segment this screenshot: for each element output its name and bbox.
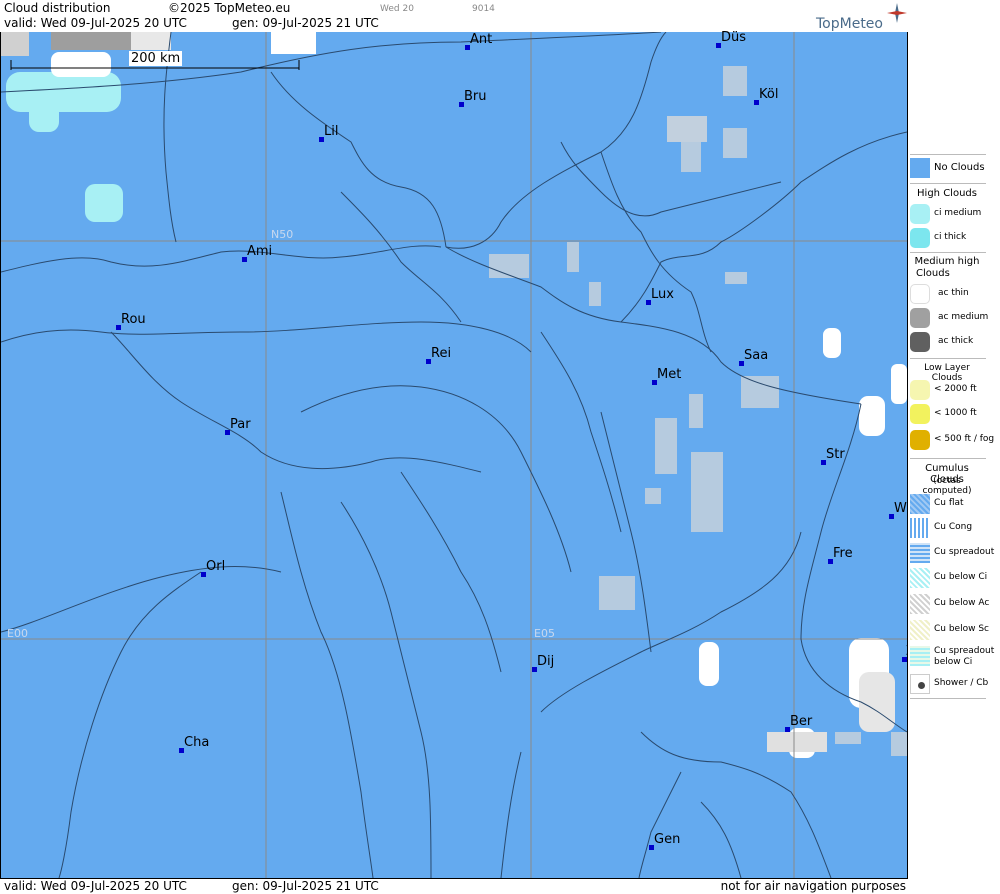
- valid-time-label: valid: Wed 09-Jul-2025 20 UTC: [4, 16, 187, 30]
- run-day-label: Wed 20: [380, 4, 414, 14]
- chart-title: Cloud distribution: [4, 1, 111, 15]
- city-label: Rou: [121, 312, 146, 327]
- city-label: Dij: [537, 654, 555, 669]
- code-label: 9014: [472, 4, 495, 14]
- city-label: Orl: [206, 559, 226, 574]
- city-label: Düs: [721, 30, 747, 45]
- legend-panel: No Clouds High Clouds ci medium ci thick…: [908, 0, 1000, 893]
- city-label: Bru: [464, 89, 487, 104]
- brand-logo-text: TopMeteo: [816, 16, 883, 32]
- grid-label-n50: N50: [271, 228, 294, 241]
- city-label: Ant: [470, 32, 493, 47]
- legend-cumulus-subheading: (octas computed): [922, 476, 972, 496]
- legend-high-clouds-heading: High Clouds: [917, 188, 977, 199]
- city-label: Met: [657, 367, 682, 382]
- scale-bar-label: 200 km: [129, 51, 183, 66]
- city-label: Par: [230, 417, 251, 432]
- compass-icon: [887, 3, 907, 23]
- footer-bar: valid: Wed 09-Jul-2025 20 UTC gen: 09-Ju…: [0, 878, 908, 894]
- map-canvas: [1, 32, 907, 878]
- city-label: Lux: [651, 287, 674, 302]
- city-label: Cha: [184, 735, 210, 750]
- city-label: Ami: [247, 244, 273, 259]
- footer-valid-time: valid: Wed 09-Jul-2025 20 UTC: [4, 879, 187, 893]
- city-label: Fre: [833, 546, 853, 561]
- footer-disclaimer: not for air navigation purposes: [720, 879, 906, 893]
- grid-label-e00: E00: [7, 627, 28, 640]
- city-label: Gen: [654, 832, 681, 847]
- footer-generated-time: gen: 09-Jul-2025 21 UTC: [232, 879, 379, 893]
- header-bar: Cloud distribution ©2025 TopMeteo.eu Wed…: [0, 0, 908, 32]
- grid-label-e05: E05: [534, 627, 555, 640]
- legend-medium-heading-line2: Clouds: [916, 268, 950, 279]
- city-label: Lil: [324, 124, 339, 139]
- city-label: Saa: [744, 348, 769, 363]
- city-label: Rei: [431, 346, 452, 361]
- city-label: Ber: [790, 714, 813, 729]
- cloud-map[interactable]: 200 km N50 E00 E05 Ant Düs Bru Köl Lil Ami Lux…: [0, 30, 915, 878]
- city-label: Köl: [759, 87, 779, 102]
- copyright-label: ©2025 TopMeteo.eu: [168, 1, 291, 15]
- legend-medium-heading-line1: Medium high: [914, 256, 980, 267]
- city-label: Str: [826, 447, 845, 462]
- shower-icon: [918, 682, 925, 689]
- generated-time-label: gen: 09-Jul-2025 21 UTC: [232, 16, 379, 30]
- city-label: W: [894, 501, 907, 516]
